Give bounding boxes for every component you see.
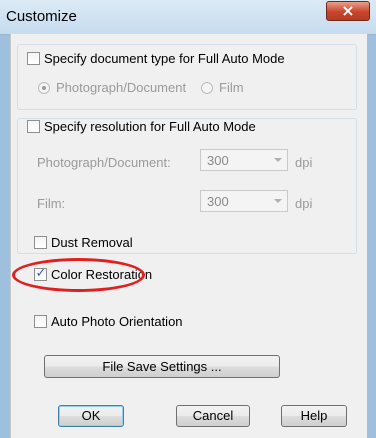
photo-doc-unit: dpi	[295, 155, 313, 170]
resolution-row[interactable]: Specify resolution for Full Auto Mode	[27, 119, 256, 134]
help-button[interactable]: Help	[281, 405, 347, 427]
cancel-button[interactable]: Cancel	[176, 405, 250, 427]
radio-film-row[interactable]: Film	[201, 80, 244, 95]
auto-orientation-checkbox[interactable]	[34, 315, 47, 328]
close-icon: ×	[341, 1, 355, 20]
close-button[interactable]: ×	[326, 1, 370, 21]
film-unit: dpi	[295, 196, 313, 211]
chevron-down-icon	[274, 199, 282, 203]
file-save-settings-button[interactable]: File Save Settings ...	[44, 355, 280, 378]
photo-doc-field-label: Photograph/Document:	[37, 155, 171, 170]
customize-dialog: Customize × Specify document type for Fu…	[0, 0, 376, 438]
photo-doc-dpi-select[interactable]: 300	[200, 149, 288, 171]
dust-removal-checkbox[interactable]	[34, 236, 47, 249]
film-dpi-select[interactable]: 300	[200, 190, 288, 212]
radio-photo-row[interactable]: Photograph/Document	[38, 80, 186, 95]
dust-removal-row[interactable]: Dust Removal	[34, 235, 133, 250]
radio-selected-dot	[42, 85, 46, 90]
document-type-row[interactable]: Specify document type for Full Auto Mode	[27, 51, 285, 66]
photo-doc-dpi-value: 300	[207, 153, 229, 168]
dust-removal-label: Dust Removal	[51, 235, 133, 250]
document-type-label: Specify document type for Full Auto Mode	[44, 51, 285, 66]
title-bar: Customize ×	[0, 0, 376, 35]
dialog-body: Specify document type for Full Auto Mode…	[10, 34, 367, 438]
radio-film[interactable]	[201, 81, 213, 94]
chevron-down-icon	[274, 158, 282, 162]
auto-orientation-row[interactable]: Auto Photo Orientation	[34, 314, 183, 329]
radio-photo-document[interactable]	[38, 81, 50, 94]
color-restoration-highlight-ellipse	[12, 258, 145, 292]
resolution-label: Specify resolution for Full Auto Mode	[44, 119, 256, 134]
film-field-label: Film:	[37, 196, 66, 211]
ok-button[interactable]: OK	[58, 405, 124, 427]
radio-photo-label: Photograph/Document	[56, 80, 187, 95]
resolution-group	[17, 118, 357, 254]
window-title: Customize	[6, 8, 77, 25]
document-type-checkbox[interactable]	[27, 52, 40, 65]
resolution-checkbox[interactable]	[27, 120, 40, 133]
auto-orientation-label: Auto Photo Orientation	[51, 314, 183, 329]
radio-film-label: Film	[219, 80, 244, 95]
film-dpi-value: 300	[207, 194, 229, 209]
